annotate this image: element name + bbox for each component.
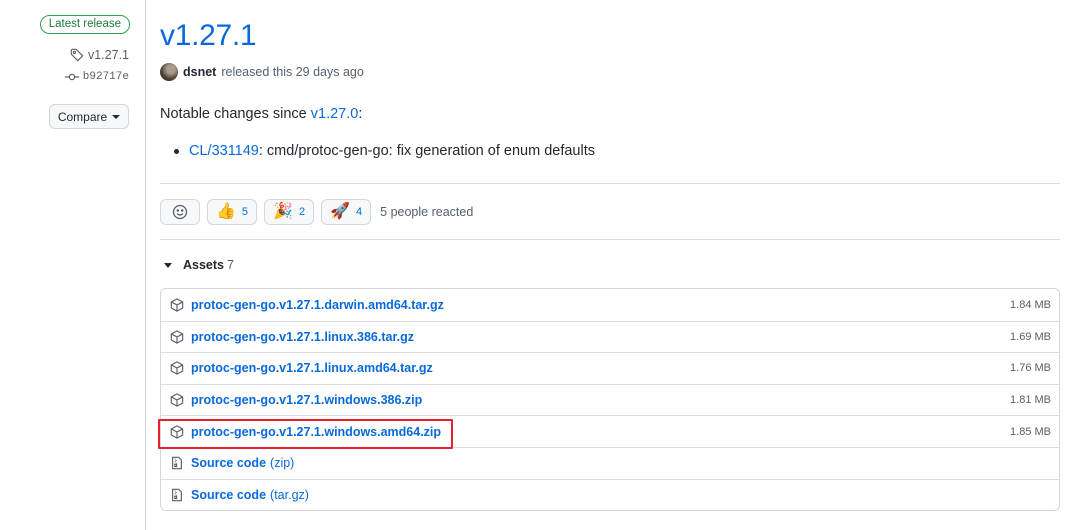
tag-label: v1.27.1 <box>87 48 129 62</box>
smiley-icon <box>172 204 188 220</box>
author-link[interactable]: dsnet <box>183 65 216 79</box>
source-code-targz-link[interactable]: Source code (tar.gz) <box>191 486 309 504</box>
reaction-rocket-button[interactable]: 🚀 4 <box>321 199 372 225</box>
asset-size: 1.85 MB <box>1010 425 1051 438</box>
source-code-zip-link[interactable]: Source code (zip) <box>191 454 294 472</box>
compare-label: Compare <box>57 109 108 124</box>
source-code-format: (tar.gz) <box>270 487 309 502</box>
asset-download-link[interactable]: protoc-gen-go.v1.27.1.linux.386.tar.gz <box>191 330 414 344</box>
asset-size: 1.81 MB <box>1010 394 1051 407</box>
list-item: CL/331149 : cmd/protoc-gen-go: fix gener… <box>174 143 595 159</box>
notable-changes-text: Notable changes since v1.27.0: <box>160 106 362 122</box>
asset-row: protoc-gen-go.v1.27.1.linux.amd64.tar.gz… <box>161 352 1059 384</box>
thumbs-up-icon: 👍 <box>216 203 236 220</box>
rocket-icon: 🚀 <box>330 203 351 220</box>
bullet-dot <box>174 148 179 154</box>
add-reaction-button[interactable] <box>160 199 200 225</box>
release-sidebar: Latest release v1.27.1 b92717e Compare <box>0 0 145 530</box>
release-time: released this 29 days ago <box>221 65 364 79</box>
reaction-thumbsup-button[interactable]: 👍 5 <box>207 199 258 225</box>
notable-suffix: : <box>358 106 363 122</box>
compare-button[interactable]: Compare <box>49 104 129 129</box>
release-title[interactable]: v1.27.1 <box>160 16 257 56</box>
source-code-format: (zip) <box>270 456 295 471</box>
asset-size: 1.84 MB <box>1010 298 1051 311</box>
chevron-down-icon <box>112 114 121 119</box>
sidebar-divider <box>145 0 146 530</box>
reaction-count: 2 <box>298 206 306 218</box>
asset-row: protoc-gen-go.v1.27.1.linux.386.tar.gz 1… <box>161 320 1059 353</box>
assets-toggle[interactable]: Assets 7 <box>160 258 234 272</box>
latest-release-badge: Latest release <box>39 15 130 34</box>
asset-download-link[interactable]: protoc-gen-go.v1.27.1.windows.386.zip <box>191 393 422 407</box>
asset-row: Source code (tar.gz) <box>161 478 1059 510</box>
commit-icon <box>64 73 79 81</box>
file-zip-icon <box>172 488 182 502</box>
asset-download-link[interactable]: protoc-gen-go.v1.27.1.darwin.amd64.tar.g… <box>191 298 444 312</box>
source-code-label: Source code <box>191 487 267 502</box>
reactions-summary: 5 people reacted <box>380 205 474 219</box>
package-icon <box>170 298 184 312</box>
highlight-box <box>158 419 453 449</box>
previous-version-link[interactable]: v1.27.0 <box>311 106 359 122</box>
file-zip-icon <box>172 457 182 470</box>
asset-size: 1.76 MB <box>1010 362 1051 375</box>
change-link[interactable]: CL/331149 <box>189 143 259 159</box>
reaction-count: 4 <box>356 206 363 218</box>
reaction-hooray-button[interactable]: 🎉 2 <box>264 199 315 225</box>
assets-label: Assets <box>183 258 224 272</box>
change-text: : cmd/protoc-gen-go: fix generation of e… <box>258 143 595 159</box>
triangle-down-icon <box>164 262 172 268</box>
tag-link[interactable]: v1.27.1 <box>70 48 129 62</box>
asset-row: Source code (zip) <box>161 446 1059 479</box>
reaction-count: 5 <box>241 206 249 218</box>
release-main: v1.27.1 dsnet released this 29 days ago … <box>160 0 1060 530</box>
release-author-line: dsnet released this 29 days ago <box>160 63 364 81</box>
asset-row: protoc-gen-go.v1.27.1.darwin.amd64.tar.g… <box>161 289 1059 321</box>
package-icon <box>170 393 184 407</box>
source-code-label: Source code <box>191 456 267 471</box>
divider <box>160 239 1060 240</box>
asset-size: 1.69 MB <box>1010 330 1051 343</box>
package-icon <box>170 330 184 344</box>
commit-link[interactable]: b92717e <box>64 71 129 83</box>
commit-sha: b92717e <box>82 71 129 83</box>
avatar[interactable] <box>160 63 178 81</box>
notable-prefix: Notable changes since <box>160 106 311 122</box>
assets-count: 7 <box>227 258 234 272</box>
assets-list: protoc-gen-go.v1.27.1.darwin.amd64.tar.g… <box>160 288 1060 511</box>
divider <box>160 183 1060 184</box>
asset-row: protoc-gen-go.v1.27.1.windows.386.zip 1.… <box>161 383 1059 416</box>
tag-icon <box>70 48 84 62</box>
package-icon <box>170 361 184 376</box>
party-popper-icon: 🎉 <box>273 203 293 220</box>
reactions-bar: 👍 5 🎉 2 🚀 4 5 people reacted <box>160 199 473 225</box>
asset-download-link[interactable]: protoc-gen-go.v1.27.1.linux.amd64.tar.gz <box>191 361 433 375</box>
